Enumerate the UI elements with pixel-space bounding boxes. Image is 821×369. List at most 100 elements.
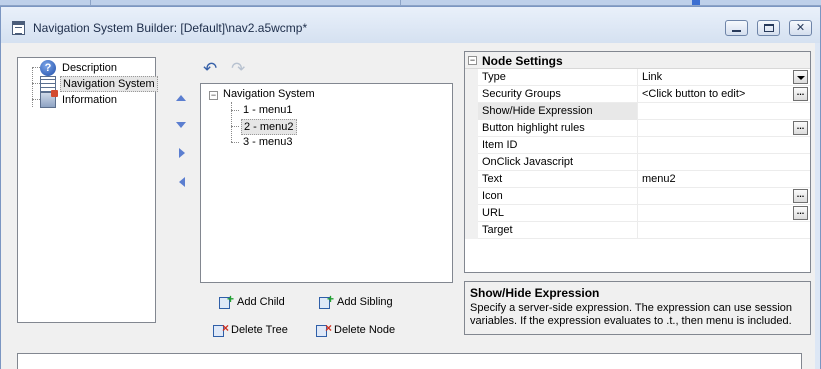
property-value[interactable]	[639, 222, 789, 239]
tree-line	[231, 126, 239, 127]
help-icon: ?	[40, 60, 56, 76]
collapse-toggle[interactable]: −	[209, 91, 218, 100]
add-sibling-label: Add Sibling	[337, 296, 393, 308]
property-name: URL	[478, 205, 638, 222]
content-area: ? Description Navigation System Informat…	[1, 43, 820, 369]
dropdown-arrow-icon[interactable]	[793, 70, 808, 84]
collapse-toggle[interactable]: −	[468, 56, 477, 65]
window-title: Navigation System Builder: [Default]\nav…	[33, 21, 308, 35]
ellipsis-button[interactable]: ...	[793, 87, 808, 101]
node-settings-grid: − Node Settings Type Link Security Group…	[464, 51, 811, 273]
add-child-label: Add Child	[237, 296, 285, 308]
top-tab-divider	[400, 0, 401, 5]
property-value[interactable]	[639, 120, 789, 137]
tree-node[interactable]: 2 - menu2	[241, 119, 297, 135]
row-gutter	[465, 205, 478, 222]
property-value[interactable]	[639, 205, 789, 222]
tree-line	[231, 110, 239, 111]
ellipsis-button[interactable]: ...	[793, 121, 808, 135]
section-nav: ? Description Navigation System Informat…	[17, 57, 158, 323]
property-value[interactable]	[639, 154, 789, 171]
nav-item-label: Information	[62, 94, 118, 106]
property-name: Icon	[478, 188, 638, 205]
tree-line	[32, 67, 40, 68]
close-button[interactable]: ✕	[789, 20, 812, 36]
property-value[interactable]: menu2	[639, 171, 789, 188]
add-child-button[interactable]: Add Child	[218, 292, 285, 311]
property-name: Type	[478, 69, 638, 86]
property-row-url[interactable]: URL ...	[465, 205, 810, 222]
ellipsis-button[interactable]: ...	[793, 189, 808, 203]
tree-line	[231, 102, 232, 142]
property-row-security-groups[interactable]: Security Groups <Click button to edit> .…	[465, 86, 810, 103]
row-gutter	[465, 171, 478, 188]
move-down-icon[interactable]	[176, 122, 186, 128]
tree-root[interactable]: Navigation System	[223, 87, 315, 101]
tree-line	[32, 99, 40, 100]
property-name: Security Groups	[478, 86, 638, 103]
nav-item-label: Navigation System	[60, 76, 158, 92]
info-icon	[40, 90, 58, 108]
property-row-onclick-javascript[interactable]: OnClick Javascript	[465, 154, 810, 171]
undo-button[interactable]: ↶	[203, 59, 217, 79]
node-settings-header: − Node Settings	[465, 52, 810, 69]
add-sibling-button[interactable]: Add Sibling	[318, 292, 393, 311]
property-value[interactable]	[639, 188, 789, 205]
ellipsis-button[interactable]: ...	[793, 206, 808, 220]
delete-tree-button[interactable]: Delete Tree	[212, 321, 288, 339]
nav-item-information[interactable]: Information	[40, 90, 119, 108]
property-name: Button highlight rules	[478, 120, 638, 137]
property-value[interactable]	[639, 103, 789, 120]
bottom-panel	[17, 353, 802, 369]
tree-line	[32, 83, 40, 84]
tree-line	[231, 142, 239, 143]
minimize-button[interactable]	[725, 20, 748, 36]
add-child-icon	[218, 292, 234, 310]
tree-node[interactable]: 1 - menu1	[241, 103, 295, 117]
top-tab-accent	[692, 0, 700, 5]
property-value[interactable]	[639, 137, 789, 154]
property-value[interactable]: Link	[639, 69, 789, 86]
maximize-icon	[763, 24, 774, 32]
row-gutter	[465, 86, 478, 103]
redo-button[interactable]: ↷	[231, 59, 245, 79]
minimize-icon	[732, 29, 741, 32]
builder-window: Navigation System Builder: [Default]\nav…	[0, 6, 821, 369]
add-sibling-icon	[318, 292, 334, 310]
property-row-icon[interactable]: Icon ...	[465, 188, 810, 205]
property-value[interactable]: <Click button to edit>	[639, 86, 789, 103]
delete-node-label: Delete Node	[334, 324, 396, 336]
property-name: Text	[478, 171, 638, 188]
property-row-show-hide-expression[interactable]: Show/Hide Expression	[465, 103, 810, 120]
close-icon: ✕	[795, 21, 806, 34]
tree-line	[32, 67, 33, 107]
delete-node-icon	[315, 321, 332, 338]
indent-icon[interactable]	[179, 148, 185, 158]
property-name: Item ID	[478, 137, 638, 154]
row-gutter	[465, 154, 478, 171]
delete-tree-icon	[212, 321, 229, 338]
property-row-target[interactable]: Target	[465, 222, 810, 239]
nav-item-description[interactable]: ? Description	[40, 60, 119, 76]
tree-node[interactable]: 3 - menu3	[241, 135, 295, 149]
maximize-button[interactable]	[757, 20, 780, 36]
help-title: Show/Hide Expression	[470, 286, 600, 300]
property-row-item-id[interactable]: Item ID	[465, 137, 810, 154]
move-up-icon[interactable]	[176, 95, 186, 101]
row-gutter	[465, 103, 478, 120]
top-tab-divider	[90, 0, 91, 5]
row-gutter	[465, 222, 478, 239]
redo-icon: ↷	[231, 59, 246, 78]
row-gutter	[465, 188, 478, 205]
navigation-tree: − Navigation System 1 - menu1 2 - menu2 …	[200, 83, 453, 283]
row-gutter	[465, 69, 478, 86]
delete-node-button[interactable]: Delete Node	[315, 321, 395, 339]
property-row-text[interactable]: Text menu2	[465, 171, 810, 188]
row-gutter	[465, 137, 478, 154]
property-row-type[interactable]: Type Link	[465, 69, 810, 86]
delete-tree-label: Delete Tree	[231, 324, 288, 336]
node-settings-title: Node Settings	[482, 54, 563, 68]
outdent-icon[interactable]	[179, 177, 185, 187]
title-bar: Navigation System Builder: [Default]\nav…	[1, 7, 820, 43]
property-row-button-highlight-rules[interactable]: Button highlight rules ...	[465, 120, 810, 137]
